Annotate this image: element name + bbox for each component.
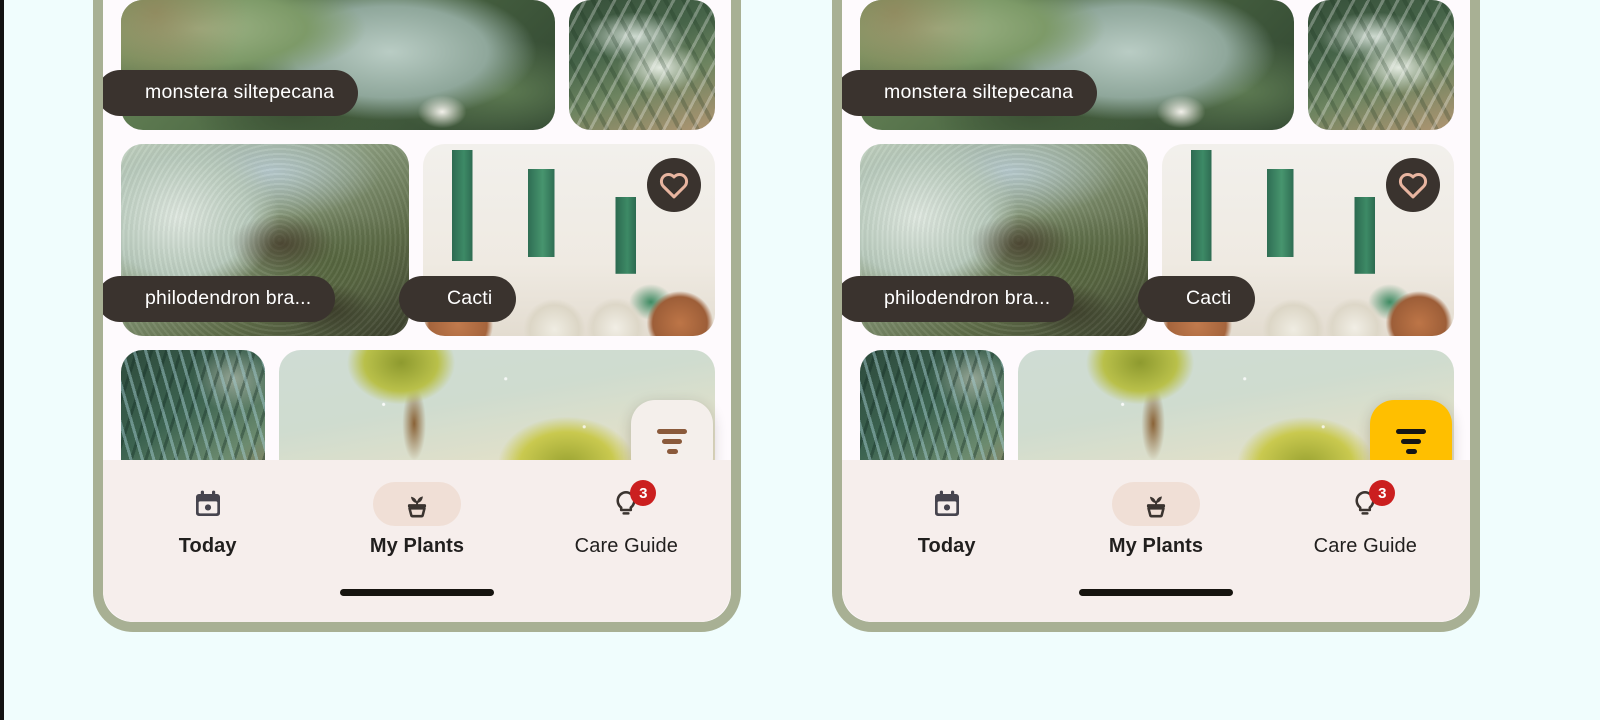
plant-card[interactable] (1308, 0, 1454, 130)
right-phone-screen: monstera siltepecana philodendron bra... (842, 0, 1470, 622)
plant-card[interactable]: monstera siltepecana (103, 0, 555, 130)
nav-label: Care Guide (574, 535, 678, 557)
grid-row: philodendron bra... Cacti (842, 144, 1454, 336)
plant-thumbnail (569, 0, 715, 130)
heart-icon (1398, 172, 1428, 199)
left-phone-frame: monstera siltepecana philodendron bra... (93, 0, 741, 632)
nav-icon-wrap (903, 482, 991, 526)
plant-name-chip: philodendron bra... (842, 275, 1075, 322)
nav-label: My Plants (369, 535, 465, 557)
nav-icon-wrap-active (1111, 482, 1200, 526)
plant-card[interactable]: philodendron bra... (103, 144, 409, 336)
notification-badge: 3 (1369, 480, 1396, 506)
nav-label: My Plants (1108, 535, 1204, 557)
plant-card[interactable]: monstera siltepecana (842, 0, 1294, 130)
potted-plant-icon (1146, 496, 1166, 518)
left-edge-strip (0, 0, 4, 720)
plant-name-chip: monstera siltepecana (842, 69, 1098, 116)
left-phone-screen: monstera siltepecana philodendron bra... (103, 0, 731, 622)
calendar-icon (195, 490, 220, 516)
right-phone-frame: monstera siltepecana philodendron bra... (832, 0, 1480, 632)
grid-row: philodendron bra... Cacti (103, 144, 715, 336)
nav-item-care-guide[interactable]: 3 Care Guide (522, 480, 731, 558)
nav-label: Today (917, 535, 976, 557)
nav-label: Care Guide (1313, 535, 1417, 557)
nav-item-today[interactable]: Today (103, 482, 312, 558)
filter-icon (657, 428, 687, 454)
notification-badge: 3 (630, 480, 657, 506)
nav-item-my-plants[interactable]: My Plants (312, 482, 521, 558)
bottom-navigation-bar: Today My Plants 3 Care Guide (842, 460, 1470, 622)
nav-item-my-plants[interactable]: My Plants (1051, 482, 1260, 558)
home-indicator[interactable] (1079, 589, 1233, 596)
nav-icon-wrap (164, 482, 252, 526)
nav-item-care-guide[interactable]: 3 Care Guide (1261, 480, 1470, 558)
home-indicator[interactable] (340, 589, 494, 596)
plant-thumbnail (1308, 0, 1454, 130)
heart-icon (659, 172, 689, 199)
nav-icon-wrap: 3 (1321, 480, 1409, 526)
plant-name-chip: philodendron bra... (103, 275, 336, 322)
plant-card[interactable] (569, 0, 715, 130)
grid-row: monstera siltepecana (103, 0, 715, 130)
plant-card[interactable]: Cacti (1138, 144, 1454, 336)
nav-icon-wrap-active (372, 482, 461, 526)
favorite-button[interactable] (1386, 158, 1440, 212)
potted-plant-icon (407, 496, 427, 518)
nav-icon-wrap: 3 (582, 480, 670, 526)
plant-name-chip: monstera siltepecana (103, 69, 359, 116)
plant-name-chip: Cacti (1138, 275, 1256, 322)
plant-card[interactable]: philodendron bra... (842, 144, 1148, 336)
nav-label: Today (178, 535, 237, 557)
filter-icon (1396, 428, 1426, 454)
nav-item-today[interactable]: Today (842, 482, 1051, 558)
calendar-icon (934, 490, 959, 516)
plant-name-chip: Cacti (399, 275, 517, 322)
bottom-navigation-bar: Today My Plants 3 Care Guide (103, 460, 731, 622)
plant-card[interactable]: Cacti (399, 144, 715, 336)
favorite-button[interactable] (647, 158, 701, 212)
grid-row: monstera siltepecana (842, 0, 1454, 130)
